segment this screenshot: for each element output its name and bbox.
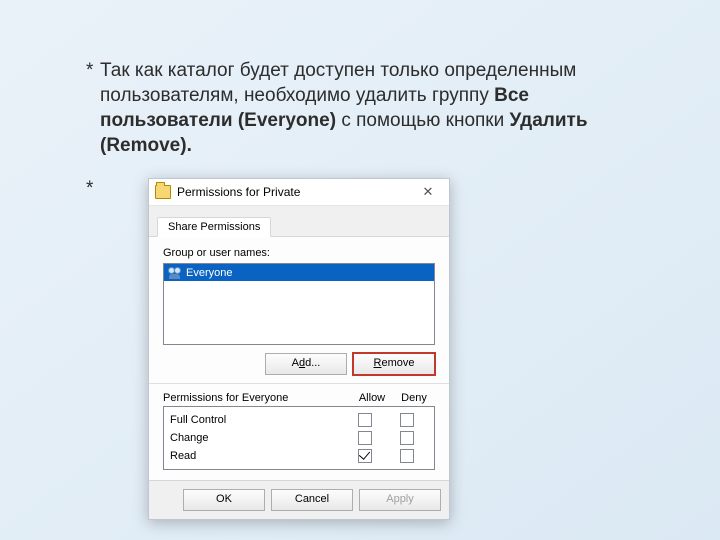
apply-button[interactable]: Apply (359, 489, 441, 511)
cancel-button[interactable]: Cancel (271, 489, 353, 511)
checkbox-full-deny[interactable] (400, 413, 414, 427)
bullet-marker-empty: * (86, 178, 93, 200)
dialog-footer: OK Cancel Apply (149, 480, 449, 519)
permissions-dialog: Permissions for Private ✕ Share Permissi… (148, 178, 450, 520)
checkbox-read-allow[interactable] (358, 449, 372, 463)
checkbox-change-allow[interactable] (358, 431, 372, 445)
ok-button[interactable]: OK (183, 489, 265, 511)
bullet-paragraph: * Так как каталог будет доступен только … (100, 58, 640, 158)
list-item-everyone[interactable]: Everyone (164, 264, 434, 281)
allow-header: Allow (351, 392, 393, 404)
remove-button[interactable]: Remove (353, 353, 435, 375)
checkbox-change-deny[interactable] (400, 431, 414, 445)
tab-share-permissions[interactable]: Share Permissions (157, 217, 271, 237)
permissions-area: Permissions for Everyone Allow Deny Full… (149, 383, 449, 480)
group-button-row: Add... Remove (163, 353, 435, 375)
perm-row-full: Full Control (164, 411, 434, 429)
add-button[interactable]: Add... (265, 353, 347, 375)
perm-name: Read (170, 450, 344, 462)
group-icon (168, 267, 182, 279)
perm-row-read: Read (164, 447, 434, 465)
permissions-header: Permissions for Everyone Allow Deny (163, 392, 435, 404)
list-item-label: Everyone (186, 267, 232, 279)
permissions-list: Full Control Change Read (163, 406, 435, 470)
bullet-marker: * (86, 58, 93, 83)
bullet-text-2: с помощью кнопки (336, 110, 509, 131)
tab-strip: Share Permissions (149, 206, 449, 237)
titlebar: Permissions for Private ✕ (149, 179, 449, 206)
close-button[interactable]: ✕ (413, 182, 443, 202)
permissions-label: Permissions for Everyone (163, 392, 351, 404)
group-label: Group or user names: (163, 247, 435, 259)
deny-header: Deny (393, 392, 435, 404)
group-listbox[interactable]: Everyone (163, 263, 435, 345)
perm-name: Change (170, 432, 344, 444)
checkbox-full-allow[interactable] (358, 413, 372, 427)
perm-row-change: Change (164, 429, 434, 447)
group-area: Group or user names: Everyone Add... Rem… (149, 237, 449, 383)
window-title: Permissions for Private (177, 185, 413, 199)
folder-icon (155, 185, 171, 199)
checkbox-read-deny[interactable] (400, 449, 414, 463)
perm-name: Full Control (170, 414, 344, 426)
